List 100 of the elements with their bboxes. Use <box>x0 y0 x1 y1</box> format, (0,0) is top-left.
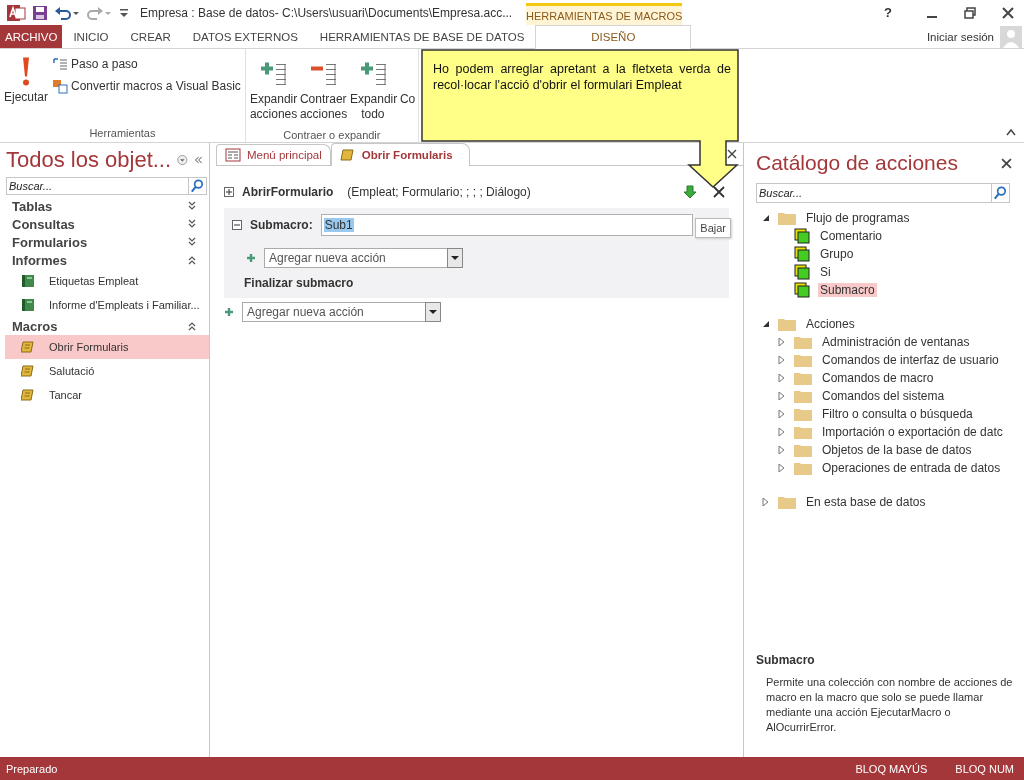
collapse-pane-icon[interactable] <box>193 155 203 165</box>
tree-item[interactable]: Acciones <box>804 317 857 331</box>
ribbon-tab[interactable]: CREAR <box>119 25 182 48</box>
action-icon <box>794 228 810 244</box>
expand-button[interactable]: Expandir acciones <box>247 55 298 129</box>
tree-item[interactable]: Comandos de macro <box>820 371 936 385</box>
ribbon-tab[interactable]: DATOS EXTERNOS <box>181 25 309 48</box>
restore-icon[interactable] <box>964 6 976 19</box>
nav-item[interactable]: Salutació <box>5 359 209 383</box>
tree-item[interactable]: Flujo de programas <box>804 211 912 225</box>
single-step-button[interactable]: Paso a paso <box>50 53 243 75</box>
close-tab-icon[interactable] <box>727 149 737 159</box>
plus-icon <box>224 307 234 317</box>
collapsed-triangle-icon[interactable] <box>778 337 786 347</box>
collapse-button[interactable]: Contraer acciones <box>297 55 348 129</box>
scroll-icon <box>339 148 356 162</box>
search-field[interactable]: Buscar... <box>6 177 189 195</box>
step-icon <box>52 57 69 71</box>
expand-icon[interactable] <box>187 201 197 211</box>
collapsed-triangle-icon[interactable] <box>778 391 786 401</box>
nav-item[interactable]: Informe d'Empleats i Familiar... <box>5 293 209 317</box>
end-submacro-label: Finalizar submacro <box>244 276 355 290</box>
collapsed-triangle-icon[interactable] <box>778 355 786 365</box>
collapsed-triangle-icon[interactable] <box>778 427 786 437</box>
collapsed-triangle-icon[interactable] <box>778 409 786 419</box>
folder-icon <box>794 443 812 457</box>
ribbon-tab[interactable]: INICIO <box>62 25 120 48</box>
nav-group-header[interactable]: Consultas <box>12 216 75 232</box>
submacro-name-field[interactable]: Sub1 <box>320 214 693 236</box>
document-tab[interactable]: Obrir Formularis <box>330 143 470 166</box>
collapse-icon[interactable] <box>187 321 197 331</box>
nav-group-header[interactable]: Macros <box>12 318 58 334</box>
tree-item[interactable]: Filtro o consulta o búsqueda <box>820 407 975 421</box>
move-down-icon[interactable] <box>683 185 697 199</box>
nav-group-header[interactable]: Informes <box>12 252 67 268</box>
action-icon <box>794 282 810 298</box>
document-tab[interactable]: Menú principal <box>216 144 331 165</box>
tree-item[interactable]: En esta base de datos <box>804 495 928 509</box>
action-name[interactable]: AbrirFormulario <box>242 185 334 199</box>
expand-icon[interactable] <box>187 237 197 247</box>
run-button[interactable]: Ejecutar <box>2 53 51 127</box>
expanded-triangle-icon[interactable] <box>762 319 770 329</box>
folder-icon <box>778 211 796 225</box>
status-indicator: BLOQ MAYÚS <box>855 762 928 775</box>
add-action-dropdown[interactable]: Agregar nueva acción <box>264 248 447 268</box>
expanded-triangle-icon[interactable] <box>762 213 770 223</box>
collapsed-triangle-icon[interactable] <box>762 497 770 507</box>
submacro-label: Submacro: <box>250 218 313 232</box>
nav-group-header[interactable]: Formularios <box>12 234 88 250</box>
expand-icon[interactable] <box>224 187 234 197</box>
tree-item[interactable]: Si <box>818 265 833 279</box>
collapsed-triangle-icon[interactable] <box>778 463 786 473</box>
customize-icon[interactable] <box>118 6 130 19</box>
collapse-ribbon-icon[interactable] <box>1006 128 1016 136</box>
undo-icon[interactable] <box>54 4 80 21</box>
nav-item[interactable]: Etiquetas Empleat <box>5 269 209 293</box>
sign-in-link[interactable]: Iniciar sesión <box>926 25 994 48</box>
ribbon-tab[interactable]: DISEÑO <box>535 25 692 49</box>
search-icon[interactable] <box>189 177 207 195</box>
description-text: Permite una colección con nombre de acciones de macro en la macro que solo se puede llamar mediante una acción EjecutarMacro o AlOcurrirError. <box>765 675 1014 735</box>
collapsed-triangle-icon[interactable] <box>778 373 786 383</box>
tree-item[interactable]: Comandos del sistema <box>820 389 947 403</box>
delete-icon[interactable] <box>713 186 725 198</box>
tree-item[interactable]: Comentario <box>818 229 885 243</box>
add-action-dropdown[interactable]: Agregar nueva acción <box>242 302 425 322</box>
tree-item[interactable]: Operaciones de entrada de datos <box>820 461 1003 475</box>
plus-icon <box>246 253 256 263</box>
ribbon-button[interactable]: Co <box>397 55 416 129</box>
folder-icon <box>794 335 812 349</box>
convert-button[interactable]: Convertir macros a Visual Basic <box>50 75 243 97</box>
ribbon-tab[interactable]: HERRAMIENTAS DE BASE DE DATOS <box>308 25 536 48</box>
nav-pane-title[interactable]: Todos los objet... <box>6 147 172 173</box>
dropdown-icon[interactable] <box>177 153 188 167</box>
expand-button[interactable]: Expandir todo <box>347 55 398 129</box>
form-icon <box>225 148 241 162</box>
tree-item[interactable]: Importación o exportación de datc <box>820 425 1005 439</box>
tree-item[interactable]: Grupo <box>818 247 856 261</box>
save-icon[interactable] <box>32 4 48 21</box>
tree-item[interactable]: Objetos de la base de datos <box>820 443 974 457</box>
callout-text: Ho podem arreglar apretant a la fletxeta verda de recol·locar l'acció d'obrir el formulari Empleat <box>432 61 732 93</box>
folder-icon <box>794 353 812 367</box>
nav-group-header[interactable]: Tablas <box>12 198 53 214</box>
help-button[interactable]: ? <box>884 5 892 20</box>
collapsed-triangle-icon[interactable] <box>778 445 786 455</box>
tree-item[interactable]: Administración de ventanas <box>820 335 972 349</box>
search-icon[interactable] <box>992 183 1010 203</box>
close-icon[interactable] <box>1001 157 1012 169</box>
file-tab[interactable]: ARCHIVO <box>0 25 63 48</box>
collapse-icon[interactable] <box>187 255 197 265</box>
tree-item[interactable]: Submacro <box>818 283 877 297</box>
search-field[interactable]: Buscar... <box>756 183 992 203</box>
expand-icon[interactable] <box>187 219 197 229</box>
tree-item[interactable]: Comandos de interfaz de usuario <box>820 353 1001 367</box>
collapse-icon[interactable] <box>232 220 242 230</box>
report-icon <box>21 274 35 288</box>
close-icon[interactable] <box>1002 6 1014 19</box>
context-tab-label: HERRAMIENTAS DE MACROS <box>526 3 683 25</box>
nav-item[interactable]: Tancar <box>5 383 209 407</box>
description-title: Submacro <box>756 653 816 667</box>
nav-item[interactable]: Obrir Formularis <box>5 335 209 359</box>
